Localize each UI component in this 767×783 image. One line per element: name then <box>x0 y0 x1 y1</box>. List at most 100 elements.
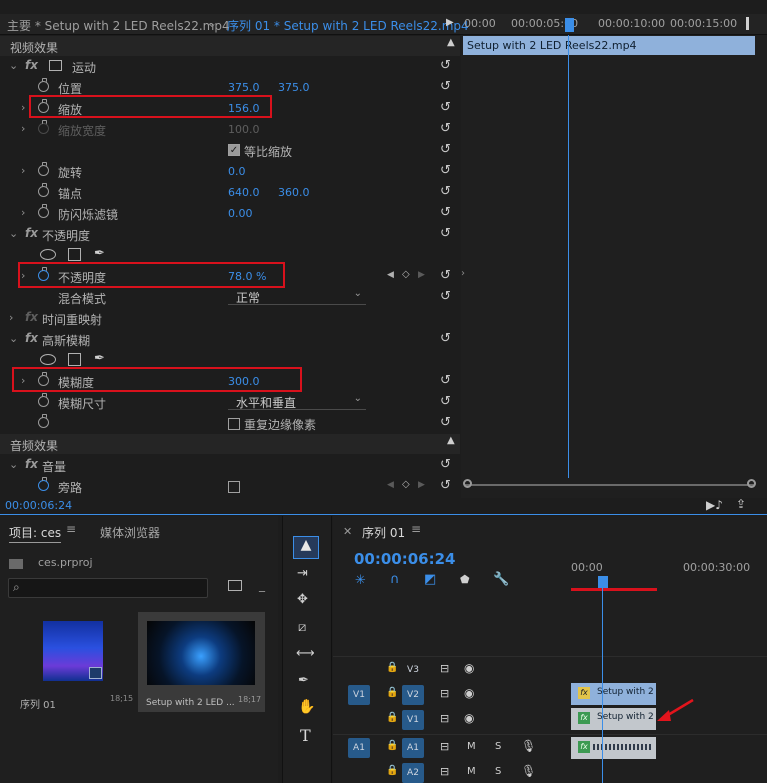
mini-scrollbar[interactable] <box>465 484 755 492</box>
reset-icon[interactable]: ↺ <box>440 79 451 94</box>
ellipse-mask-icon[interactable] <box>40 249 56 260</box>
track-select-tool-icon[interactable]: ⇥ <box>297 566 308 581</box>
project-item-clip[interactable]: Setup with 2 LED ... 18;17 <box>138 612 265 712</box>
next-keyframe-icon[interactable]: ▶ <box>418 270 425 280</box>
sync-lock-icon[interactable]: ⊟ <box>440 740 449 753</box>
play-audio-icon[interactable]: ▶♪ <box>706 498 723 512</box>
twirl-right-icon[interactable]: › <box>21 206 29 219</box>
timeline-tab[interactable]: 序列 01 <box>362 524 405 541</box>
linked-selection-icon[interactable]: ∩ <box>390 572 400 587</box>
work-area-bar[interactable] <box>571 588 657 591</box>
timeline-menu-icon[interactable]: ≡ <box>411 522 421 536</box>
pen-mask-icon[interactable]: ✒ <box>94 246 105 261</box>
playhead-marker-icon[interactable] <box>565 18 574 32</box>
reset-icon[interactable]: ↺ <box>440 394 451 409</box>
razor-tool-icon[interactable]: ⧄ <box>298 620 306 635</box>
slip-tool-icon[interactable]: ⟷ <box>296 646 315 661</box>
expand-twirl-icon[interactable]: ⌄ <box>9 59 18 72</box>
type-tool-icon[interactable]: T <box>300 726 311 745</box>
eye-icon[interactable]: ◉ <box>464 686 474 700</box>
track-a1-target[interactable]: A1 <box>402 738 424 758</box>
collapse-up-icon[interactable]: ▲ <box>447 435 455 446</box>
expand-arrow-icon[interactable]: › <box>461 268 465 279</box>
pen-mask-icon[interactable]: ✒ <box>94 351 105 366</box>
rectangle-mask-icon[interactable] <box>68 248 81 261</box>
next-keyframe-icon[interactable]: ▶ <box>418 480 425 490</box>
reset-icon[interactable]: ↺ <box>440 268 451 283</box>
twirl-right-icon[interactable]: › <box>21 101 29 114</box>
uniform-scale-checkbox[interactable]: ✓ <box>228 144 240 156</box>
reset-icon[interactable]: ↺ <box>440 331 451 346</box>
track-v3-target[interactable]: V3 <box>402 660 424 680</box>
fx-icon[interactable]: fx <box>25 457 38 471</box>
stopwatch-icon[interactable] <box>38 183 49 197</box>
blend-mode-select[interactable]: 正常 ⌄ <box>228 288 366 305</box>
reset-icon[interactable]: ↺ <box>440 226 451 241</box>
rectangle-mask-icon[interactable] <box>68 353 81 366</box>
pen-tool-icon[interactable]: ✒ <box>298 673 309 688</box>
fx-icon[interactable]: fx <box>25 226 38 240</box>
gaussian-row[interactable]: ⌄ fx 高斯模糊 ↺ <box>0 329 460 350</box>
rotation-value[interactable]: 0.0 <box>228 165 246 178</box>
snap-icon[interactable]: ✳ <box>355 573 366 588</box>
fx-icon[interactable]: fx <box>25 58 38 72</box>
clip-v1[interactable]: fx Setup with 2 LED <box>571 708 656 730</box>
track-v1-target[interactable]: V1 <box>402 710 424 730</box>
blur-dimensions-select[interactable]: 水平和垂直 ⌄ <box>228 393 366 410</box>
fx-icon[interactable]: fx <box>25 310 38 324</box>
stopwatch-active-icon[interactable] <box>38 477 49 491</box>
new-bin-icon[interactable] <box>228 580 242 591</box>
lock-icon[interactable]: 🔒 <box>386 765 398 776</box>
expand-twirl-icon[interactable]: ⌄ <box>9 332 18 345</box>
effect-timecode[interactable]: 00:00:06:24 <box>5 499 72 512</box>
reset-icon[interactable]: ↺ <box>440 100 451 115</box>
sync-lock-icon[interactable]: ⊟ <box>440 662 449 675</box>
microphone-icon[interactable]: 🎙 <box>521 764 536 778</box>
wrench-icon[interactable]: 🔧 <box>493 572 509 587</box>
source-tab[interactable]: 主要 * Setup with 2 LED Reels22.mp4 <box>7 17 230 34</box>
stopwatch-icon[interactable] <box>38 204 49 218</box>
track-a2-target[interactable]: A2 <box>402 763 424 783</box>
lock-icon[interactable]: 🔒 <box>386 712 398 723</box>
opacity-group-row[interactable]: ⌄ fx 不透明度 ↺ <box>0 224 460 245</box>
sync-lock-icon[interactable]: ⊟ <box>440 765 449 778</box>
twirl-right-icon[interactable]: › <box>21 122 29 135</box>
add-marker-flag-icon[interactable]: ◩ <box>424 572 436 587</box>
reset-icon[interactable]: ↺ <box>440 415 451 430</box>
clip-v2[interactable]: fx Setup with 2 LED <box>571 683 656 705</box>
lock-icon[interactable]: 🔒 <box>386 662 398 673</box>
project-menu-icon[interactable]: ≡ <box>66 522 76 536</box>
hand-tool-icon[interactable]: ✋ <box>298 699 315 715</box>
chevron-down-icon[interactable]: ⌄ <box>207 16 217 30</box>
stopwatch-icon[interactable] <box>38 414 49 428</box>
scroll-handle-right[interactable] <box>747 479 756 488</box>
project-item-sequence[interactable]: 序列 01 18;15 <box>10 612 136 712</box>
reset-icon[interactable]: ↺ <box>440 163 451 178</box>
reset-icon[interactable]: ↺ <box>440 457 451 472</box>
reset-icon[interactable]: ↺ <box>440 184 451 199</box>
volume-row[interactable]: ⌄ fx 音量 ↺ <box>0 455 460 476</box>
source-a-patch[interactable]: A1 <box>348 738 370 758</box>
stopwatch-icon[interactable] <box>38 162 49 176</box>
play-icon[interactable]: ▶ <box>446 17 454 28</box>
ripple-edit-tool-icon[interactable]: ✥ <box>297 592 308 607</box>
reset-icon[interactable]: ↺ <box>440 289 451 304</box>
stopwatch-icon[interactable] <box>38 393 49 407</box>
repeat-edge-checkbox[interactable] <box>228 418 240 430</box>
eye-icon[interactable]: ◉ <box>464 711 474 725</box>
expand-twirl-icon[interactable]: ⌄ <box>9 458 18 471</box>
clip-bar[interactable]: Setup with 2 LED Reels22.mp4 <box>463 36 755 55</box>
time-remap-row[interactable]: › fx 时间重映射 <box>0 308 460 329</box>
stopwatch-icon[interactable] <box>38 78 49 92</box>
marker-icon[interactable]: ⬟ <box>460 573 470 586</box>
reset-icon[interactable]: ↺ <box>440 373 451 388</box>
eye-icon[interactable]: ◉ <box>464 661 474 675</box>
anchor-x-value[interactable]: 640.0 <box>228 186 260 199</box>
sync-lock-icon[interactable]: ⊟ <box>440 712 449 725</box>
track-v2-target[interactable]: V2 <box>402 685 424 705</box>
source-v-patch[interactable]: V1 <box>348 685 370 705</box>
fx-icon[interactable]: fx <box>25 331 38 345</box>
twirl-right-icon[interactable]: › <box>9 311 17 324</box>
anti-flicker-value[interactable]: 0.00 <box>228 207 253 220</box>
close-icon[interactable]: ✕ <box>343 525 352 538</box>
